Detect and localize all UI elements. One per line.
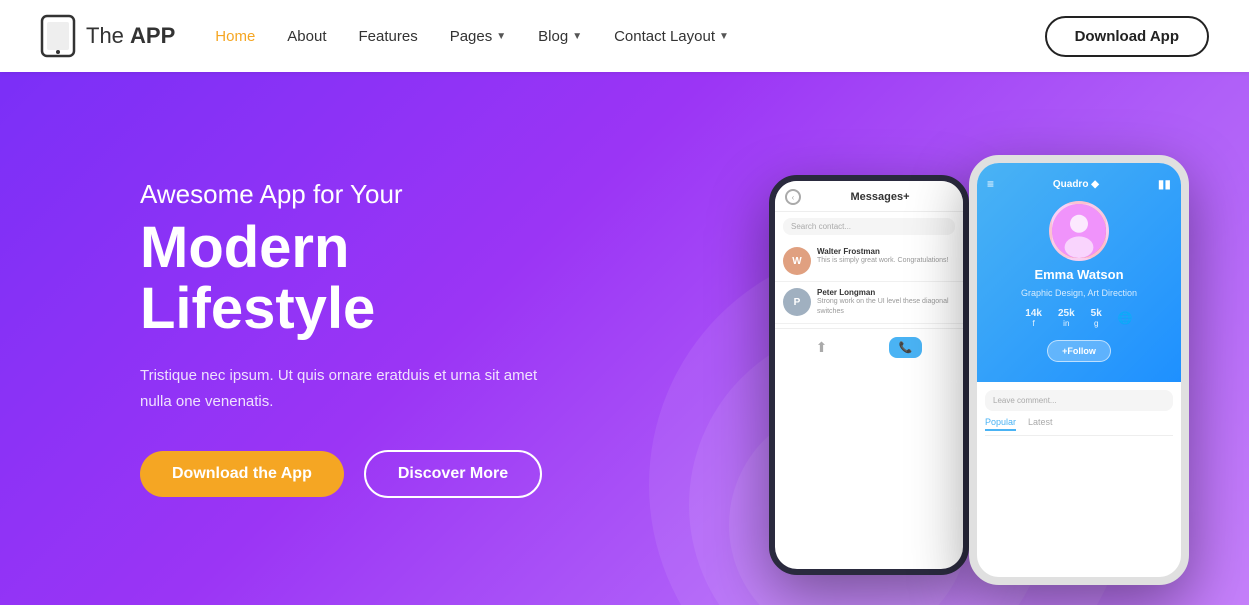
phone-left: ‹ Messages+ Search contact... W Walter F… (769, 175, 969, 575)
header: The APP Home About Features Pages ▼ Blog… (0, 0, 1249, 72)
phone-right: ≡ Quadro ◆ ▮▮ Emma Watson (969, 155, 1189, 585)
avatar-walter: W (783, 247, 811, 275)
messages-title: Messages+ (807, 191, 953, 203)
message-item-2: P Peter Longman Strong work on the UI le… (775, 282, 963, 324)
profile-avatar (1049, 201, 1109, 261)
tab-latest[interactable]: Latest (1028, 417, 1053, 431)
menu-icon: ≡ (987, 177, 994, 191)
phone-icon: 📞 (889, 337, 923, 358)
msg-name-2: Peter Longman (817, 288, 955, 297)
nav: Home About Features Pages ▼ Blog ▼ Conta… (215, 28, 1044, 45)
msg-text-1: This is simply great work. Congratulatio… (817, 256, 955, 266)
nav-home[interactable]: Home (215, 28, 255, 45)
blog-chevron-icon: ▼ (572, 31, 582, 42)
hero-section: Awesome App for Your Modern Lifestyle Tr… (0, 72, 1249, 605)
profile-name: Emma Watson (1034, 267, 1123, 282)
phone-right-topbar: ≡ Quadro ◆ ▮▮ (987, 177, 1171, 191)
phone-right-bottom: Leave comment... Popular Latest (977, 382, 1181, 577)
nav-about[interactable]: About (287, 28, 326, 45)
nav-contact[interactable]: Contact Layout ▼ (614, 28, 729, 45)
comment-input[interactable]: Leave comment... (985, 390, 1173, 411)
logo-icon (40, 14, 76, 58)
back-button-icon: ‹ (785, 189, 801, 205)
globe-icon: 🌐 (1118, 311, 1133, 325)
logo-text: The APP (86, 23, 175, 49)
pages-chevron-icon: ▼ (496, 31, 506, 42)
msg-name-1: Walter Frostman (817, 247, 955, 256)
phone-right-top: ≡ Quadro ◆ ▮▮ Emma Watson (977, 163, 1181, 382)
tab-popular[interactable]: Popular (985, 417, 1016, 431)
logo[interactable]: The APP (40, 14, 175, 58)
hero-buttons: Download the App Discover More (140, 450, 560, 498)
download-app-button[interactable]: Download App (1045, 16, 1209, 57)
hero-subtitle: Awesome App for Your (140, 179, 560, 210)
signal-icon: ▮▮ (1158, 177, 1171, 191)
follow-button[interactable]: +Follow (1047, 340, 1111, 362)
hero-title: Modern Lifestyle (140, 218, 560, 340)
phone-right-screen: ≡ Quadro ◆ ▮▮ Emma Watson (977, 163, 1181, 577)
avatar-image (1052, 201, 1106, 261)
avatar-peter: P (783, 288, 811, 316)
hero-content: Awesome App for Your Modern Lifestyle Tr… (0, 179, 560, 499)
share-icon: ⬆ (816, 339, 828, 356)
phone-search[interactable]: Search contact... (783, 218, 955, 235)
nav-pages[interactable]: Pages ▼ (450, 28, 506, 45)
phone-left-header: ‹ Messages+ (775, 181, 963, 212)
hero-description: Tristique nec ipsum. Ut quis ornare erat… (140, 363, 560, 414)
stats-row: 14k f 25k in 5k g 🌐 (1025, 308, 1132, 328)
tabs-row: Popular Latest (985, 417, 1173, 436)
msg-text-2: Strong work on the UI level these diagon… (817, 297, 955, 317)
phone-left-screen: ‹ Messages+ Search contact... W Walter F… (775, 181, 963, 569)
stat-facebook: 14k f (1025, 308, 1042, 328)
nav-features[interactable]: Features (359, 28, 418, 45)
app-name-small: Quadro ◆ (1053, 179, 1099, 190)
nav-blog[interactable]: Blog ▼ (538, 28, 582, 45)
stat-google: 5k g (1091, 308, 1102, 328)
phone-mockups: ‹ Messages+ Search contact... W Walter F… (689, 72, 1249, 605)
message-item-1: W Walter Frostman This is simply great w… (775, 241, 963, 282)
stat-linkedin: 25k in (1058, 308, 1075, 328)
profile-title: Graphic Design, Art Direction (1021, 288, 1137, 298)
contact-chevron-icon: ▼ (719, 31, 729, 42)
download-app-hero-button[interactable]: Download the App (140, 451, 344, 497)
discover-more-button[interactable]: Discover More (364, 450, 542, 498)
